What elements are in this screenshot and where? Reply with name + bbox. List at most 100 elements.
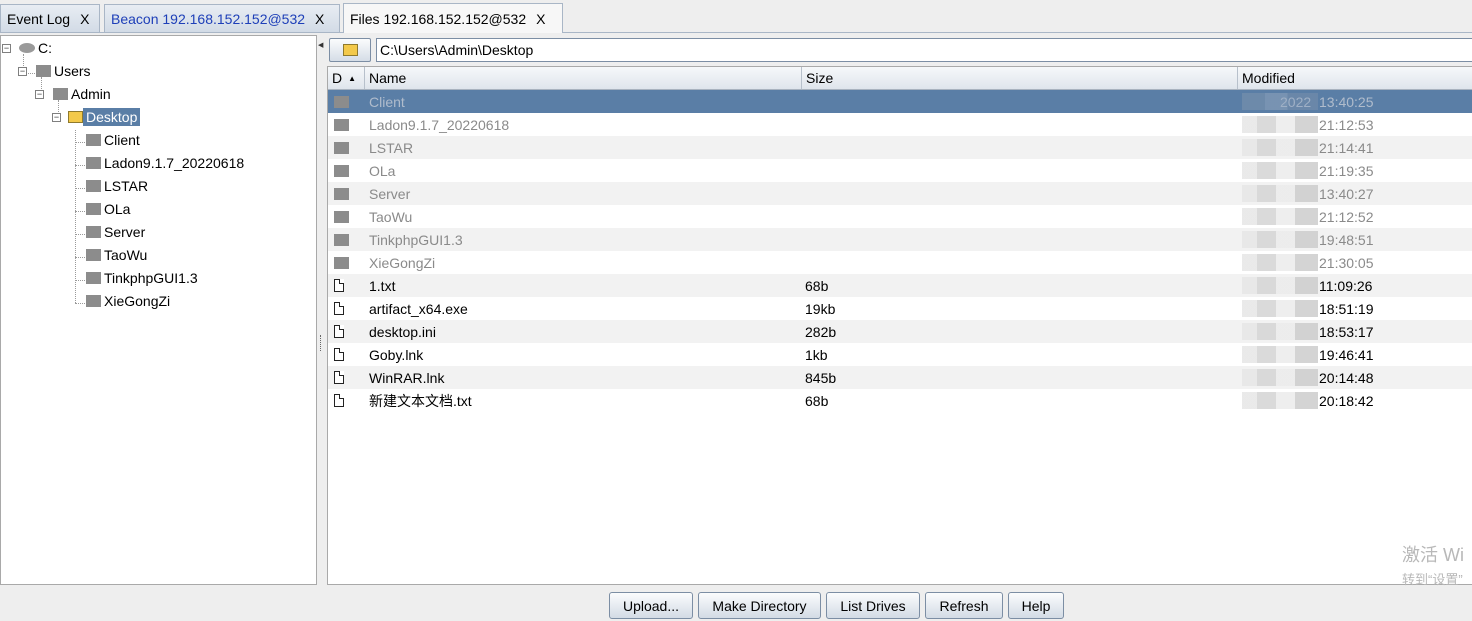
folder-icon [86, 203, 101, 215]
modified-time-cell: 13:40:27 [1319, 185, 1374, 202]
type-cell [334, 182, 349, 205]
type-cell [334, 297, 344, 320]
tree-node-drive[interactable]: C: [19, 37, 55, 59]
folder-icon [86, 249, 101, 261]
watermark-line-2: 转到“设置” [1402, 572, 1463, 587]
redacted-date-mosaic [1242, 300, 1318, 317]
tree-node-label: XieGongZi [104, 293, 171, 309]
folder-icon [334, 210, 349, 223]
tree-guide-line [75, 280, 85, 281]
redacted-date-mosaic [1242, 208, 1318, 225]
table-row[interactable]: artifact_x64.exe 19kb 18:51:19 [328, 297, 1472, 320]
redacted-date-mosaic [1242, 162, 1318, 179]
table-row[interactable]: Goby.lnk 1kb 19:46:41 [328, 343, 1472, 366]
browse-folder-button[interactable] [329, 38, 371, 62]
sort-ascending-icon: ▲ [348, 73, 357, 83]
modified-time-cell: 20:14:48 [1319, 369, 1374, 386]
table-row[interactable]: TaoWu 21:12:52 [328, 205, 1472, 228]
file-icon [334, 348, 344, 361]
table-row[interactable]: TinkphpGUI1.3 19:48:51 [328, 228, 1472, 251]
table-row[interactable]: Server 13:40:27 [328, 182, 1472, 205]
tab-files[interactable]: Files 192.168.152.152@532 X [343, 3, 563, 33]
table-row[interactable]: LSTAR 21:14:41 [328, 136, 1472, 159]
folder-icon [334, 118, 349, 131]
type-cell [334, 366, 344, 389]
tab-beacon-label: Beacon 192.168.152.152@532 [111, 10, 306, 27]
button-bar: Upload... Make Directory List Drives Ref… [0, 590, 1472, 621]
tab-event-log-label: Event Log [7, 10, 71, 27]
name-cell: TinkphpGUI1.3 [369, 231, 463, 248]
tree-node-child[interactable]: Client [86, 129, 143, 151]
tab-event-log[interactable]: Event Log X [0, 4, 100, 32]
table-row[interactable]: desktop.ini 282b 18:53:17 [328, 320, 1472, 343]
tab-beacon-close-button[interactable]: X [315, 11, 324, 27]
type-cell [334, 320, 344, 343]
tree-collapse-toggle-admin[interactable]: − [35, 90, 44, 99]
modified-time-cell: 18:53:17 [1319, 323, 1374, 340]
tree-node-child[interactable]: TinkphpGUI1.3 [86, 267, 201, 289]
tree-node-desktop[interactable]: Desktop [68, 106, 141, 128]
modified-time-cell: 21:30:05 [1319, 254, 1374, 271]
modified-time-cell: 21:19:35 [1319, 162, 1374, 179]
size-cell: 68b [805, 277, 829, 294]
type-cell [334, 159, 349, 182]
tree-node-admin[interactable]: Admin [53, 83, 114, 105]
type-cell [334, 113, 349, 136]
type-cell [334, 251, 349, 274]
upload-button[interactable]: Upload... [609, 592, 693, 619]
file-icon [334, 302, 344, 315]
tree-node-child[interactable]: TaoWu [86, 244, 150, 266]
tab-event-log-close-button[interactable]: X [80, 11, 89, 27]
collapse-left-arrow-icon[interactable]: ◀ [318, 41, 323, 49]
tree-node-label-selected: Desktop [83, 108, 141, 126]
tree-collapse-toggle-desktop[interactable]: − [52, 113, 61, 122]
tree-node-child[interactable]: XieGongZi [86, 290, 173, 312]
table-row[interactable]: OLa 21:19:35 [328, 159, 1472, 182]
tab-bar: Event Log X Beacon 192.168.152.152@532 X… [0, 0, 1472, 33]
tree-node-label: TaoWu [104, 247, 148, 263]
column-header-modified[interactable]: Modified [1238, 67, 1472, 89]
folder-icon [334, 187, 349, 200]
tree-collapse-toggle-drive[interactable]: − [2, 44, 11, 53]
tree-node-child[interactable]: Ladon9.1.7_20220618 [86, 152, 247, 174]
file-table[interactable]: D ▲ Name Size Modified Client 13:40:25 202… [327, 66, 1472, 585]
folder-icon [86, 180, 101, 192]
directory-tree[interactable]: − C: − Users − Admin − Desktop Client La… [0, 35, 317, 585]
tree-guide-line [75, 234, 85, 235]
redacted-date-mosaic [1242, 277, 1318, 294]
name-cell: LSTAR [369, 139, 414, 156]
table-row[interactable]: Client 13:40:25 2022 [328, 90, 1472, 113]
tree-guide-line [75, 211, 85, 212]
column-header-d[interactable]: D ▲ [328, 67, 365, 89]
redacted-date-mosaic [1242, 346, 1318, 363]
tab-beacon[interactable]: Beacon 192.168.152.152@532 X [104, 4, 340, 32]
tree-collapse-toggle-users[interactable]: − [18, 67, 27, 76]
type-cell [334, 136, 349, 159]
tab-files-close-button[interactable]: X [536, 11, 545, 27]
path-input[interactable] [376, 38, 1472, 62]
table-row[interactable]: Ladon9.1.7_20220618 21:12:53 [328, 113, 1472, 136]
tree-guide-line [75, 257, 85, 258]
tree-node-child[interactable]: Server [86, 221, 148, 243]
refresh-button[interactable]: Refresh [925, 592, 1003, 619]
folder-icon [86, 272, 101, 284]
tree-guide-line [75, 165, 85, 166]
redacted-date-mosaic [1242, 254, 1318, 271]
tree-node-child[interactable]: LSTAR [86, 175, 151, 197]
column-header-size[interactable]: Size [802, 67, 1238, 89]
table-row[interactable]: 新建文本文档.txt 68b 20:18:42 [328, 389, 1472, 412]
size-cell: 19kb [805, 300, 836, 317]
tree-guide-line [75, 188, 85, 189]
help-button[interactable]: Help [1008, 592, 1064, 619]
modified-time-cell: 19:48:51 [1319, 231, 1374, 248]
panel-splitter[interactable]: ◀ [317, 35, 326, 585]
list-drives-button[interactable]: List Drives [826, 592, 920, 619]
tree-node-users[interactable]: Users [36, 60, 94, 82]
make-directory-button[interactable]: Make Directory [698, 592, 821, 619]
table-row[interactable]: WinRAR.lnk 845b 20:14:48 [328, 366, 1472, 389]
column-header-label: Size [806, 70, 834, 86]
column-header-name[interactable]: Name [365, 67, 802, 89]
table-row[interactable]: 1.txt 68b 11:09:26 [328, 274, 1472, 297]
tree-node-child[interactable]: OLa [86, 198, 133, 220]
table-row[interactable]: XieGongZi 21:30:05 [328, 251, 1472, 274]
